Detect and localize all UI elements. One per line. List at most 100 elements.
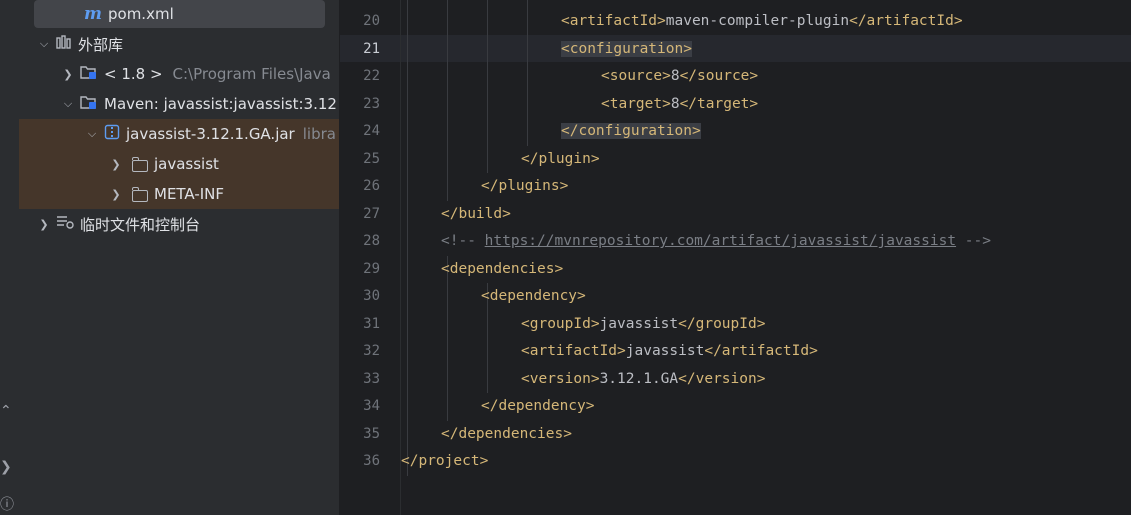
tree-item-folder-javassist[interactable]: ❯ javassist [19, 149, 339, 179]
line-number: 24 [363, 123, 380, 139]
code-line[interactable]: </plugins> [481, 173, 568, 200]
code-line[interactable]: <artifactId>javassist</artifactId> [521, 338, 818, 365]
jdk-folder-icon [80, 64, 98, 84]
tree-item-jar[interactable]: ⌵ javassist-3.12.1.GA.jar libra [19, 119, 339, 149]
code-token: </groupId> [678, 315, 766, 332]
line-number: 29 [363, 260, 380, 277]
code-line[interactable]: <configuration> [561, 36, 692, 63]
tree-item-label: javassist [154, 155, 219, 173]
tree-item-suffix: libra [302, 125, 336, 143]
tree-item-label: 临时文件和控制台 [80, 215, 201, 234]
chevron-right-icon[interactable]: ❯ [108, 188, 124, 201]
code-editor[interactable]: <artifactId>maven-compiler-plugin</artif… [401, 0, 1131, 515]
chevron-down-icon[interactable]: ⌵ [36, 37, 52, 51]
line-number: 31 [363, 315, 380, 332]
line-number: 36 [363, 453, 380, 469]
indent-guide [487, 0, 488, 173]
code-token: maven-compiler-plugin [665, 13, 850, 29]
left-tool-strip: ⌃ ❯ ⓘ [0, 0, 20, 515]
tree-item-label: javassist-3.12.1.GA.jar [126, 125, 295, 143]
code-line[interactable]: </dependencies> [441, 421, 572, 448]
code-token: </artifactId> [849, 13, 963, 29]
line-number: 35 [363, 425, 380, 442]
code-token: </dependency> [481, 398, 595, 414]
line-number: 28 [363, 233, 380, 249]
code-token: <target> [601, 95, 671, 112]
tree-item-label: < 1.8 > [104, 65, 163, 83]
folder-icon [131, 187, 148, 202]
chevron-up-icon[interactable]: ⌃ [0, 404, 19, 418]
maven-library-icon [80, 94, 98, 114]
code-line[interactable]: <!-- https://mvnrepository.com/artifact/… [441, 228, 991, 255]
code-token: <artifactId> [561, 13, 666, 29]
line-number: 32 [363, 343, 380, 359]
code-token: <configuration> [561, 40, 692, 57]
tree-item-external-libraries[interactable]: ⌵ 外部库 [19, 29, 339, 59]
line-number: 25 [363, 150, 380, 167]
tree-item-label: Maven: javassist:javassist:3.12 [104, 95, 337, 113]
tree-item-label: pom.xml [108, 5, 174, 23]
code-line[interactable]: <source>8</source> [601, 63, 758, 90]
tree-item-label: 外部库 [78, 35, 124, 54]
chevron-right-icon[interactable]: ❯ [36, 218, 52, 231]
code-line[interactable]: </project> [401, 448, 488, 475]
code-line[interactable]: <dependency> [481, 283, 586, 310]
line-number: 27 [363, 205, 380, 222]
code-line[interactable]: <groupId>javassist</groupId> [521, 311, 765, 338]
code-token: <source> [601, 68, 671, 84]
info-icon[interactable]: ⓘ [0, 498, 19, 512]
code-token: --> [956, 233, 991, 249]
chevron-down-icon[interactable]: ⌵ [84, 127, 100, 141]
code-token: </source> [679, 68, 759, 84]
maven-file-icon: m [84, 4, 102, 24]
code-token: <artifactId> [521, 343, 626, 359]
code-token: 8 [670, 95, 680, 112]
code-token: <groupId> [521, 315, 600, 332]
code-line[interactable]: </dependency> [481, 393, 595, 420]
code-token: </plugin> [521, 150, 600, 167]
tree-item-maven-library[interactable]: ⌵ Maven: javassist:javassist:3.12 [19, 89, 339, 119]
code-line[interactable]: <dependencies> [441, 256, 563, 283]
tree-item-pom-xml[interactable]: m pom.xml [34, 0, 325, 28]
code-token: </project> [401, 453, 489, 469]
tree-item-jdk[interactable]: ❯ < 1.8 > C:\Program Files\Java [19, 59, 339, 89]
code-token: javassist [625, 343, 705, 359]
chevron-down-icon[interactable]: ⌵ [60, 97, 76, 111]
indent-guide [447, 0, 448, 201]
scratches-icon [56, 215, 74, 233]
tree-item-path: C:\Program Files\Java [172, 65, 331, 83]
code-token: <dependency> [481, 288, 586, 304]
chevron-right-icon[interactable]: ❯ [60, 68, 76, 81]
chevron-right-icon[interactable]: ❯ [0, 460, 19, 474]
folder-icon [131, 157, 148, 172]
code-token: <!-- [441, 233, 485, 249]
code-line[interactable]: </plugin> [521, 146, 600, 173]
tree-item-folder-meta-inf[interactable]: ❯ META-INF [19, 179, 339, 209]
comment-link[interactable]: https://mvnrepository.com/artifact/javas… [485, 233, 956, 249]
code-token: </target> [679, 95, 759, 112]
jar-archive-icon [104, 124, 120, 144]
line-number: 20 [363, 13, 380, 29]
line-number: 23 [363, 95, 380, 112]
indent-guide [527, 0, 528, 146]
tree-item-label: META-INF [154, 185, 225, 203]
code-line[interactable]: </build> [441, 201, 511, 228]
line-number: 30 [363, 288, 380, 304]
code-token: </plugins> [481, 178, 569, 194]
code-token: 3.12.1.GA [599, 370, 679, 387]
code-line[interactable]: <version>3.12.1.GA</version> [521, 366, 765, 393]
code-line[interactable]: <target>8</target> [601, 91, 758, 118]
line-number: 21 [363, 40, 380, 57]
line-number: 33 [363, 370, 380, 387]
code-token: </dependencies> [441, 425, 572, 442]
code-token: <version> [521, 370, 600, 387]
code-token: </configuration> [561, 123, 701, 139]
line-number: 34 [363, 398, 380, 414]
chevron-right-icon[interactable]: ❯ [108, 158, 124, 171]
code-line[interactable]: </configuration> [561, 118, 701, 145]
line-number: 26 [363, 178, 380, 194]
code-token: </build> [441, 205, 511, 222]
tree-item-scratches[interactable]: ❯ 临时文件和控制台 [19, 209, 339, 239]
code-line[interactable]: <artifactId>maven-compiler-plugin</artif… [561, 8, 963, 35]
project-tree-panel: m pom.xml ⌵ 外部库 ❯ < 1.8 > C:\Program Fil… [19, 0, 339, 515]
